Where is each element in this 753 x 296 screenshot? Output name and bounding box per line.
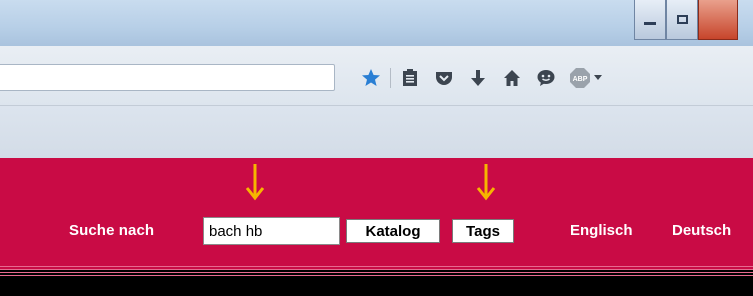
maximize-icon — [676, 15, 688, 24]
home-icon[interactable] — [495, 64, 529, 91]
header-stripes — [0, 266, 753, 278]
annotation-arrow-tags — [476, 164, 496, 201]
close-button[interactable] — [698, 0, 738, 40]
url-bar[interactable] — [0, 64, 335, 91]
site-header — [0, 158, 753, 270]
maximize-button[interactable] — [666, 0, 698, 40]
catalog-search-button[interactable]: Katalog — [346, 219, 440, 243]
nav-bar — [0, 278, 753, 296]
bookmark-star-icon[interactable] — [354, 64, 388, 91]
chevron-down-icon — [593, 75, 602, 80]
bookmarks-bar — [0, 106, 753, 158]
chat-icon[interactable] — [529, 64, 563, 91]
language-english-link[interactable]: Englisch — [570, 222, 633, 239]
search-label: Suche nach — [69, 222, 155, 239]
window-controls — [634, 0, 738, 40]
toolbar-icons: ABP — [354, 64, 607, 91]
pocket-icon[interactable] — [427, 64, 461, 91]
abp-label: ABP — [572, 76, 587, 83]
browser-toolbar: ABP — [0, 46, 753, 106]
language-german-link[interactable]: Deutsch — [672, 222, 731, 239]
download-icon[interactable] — [461, 64, 495, 91]
adblock-plus-icon[interactable]: ABP — [563, 64, 607, 91]
search-input[interactable] — [203, 217, 340, 245]
minimize-button[interactable] — [634, 0, 666, 40]
window-titlebar — [0, 0, 753, 46]
toolbar-separator — [390, 67, 391, 88]
annotation-arrow-search — [245, 164, 265, 201]
tags-search-button[interactable]: Tags — [452, 219, 514, 243]
minimize-icon — [644, 22, 656, 25]
reading-list-icon[interactable] — [393, 64, 427, 91]
